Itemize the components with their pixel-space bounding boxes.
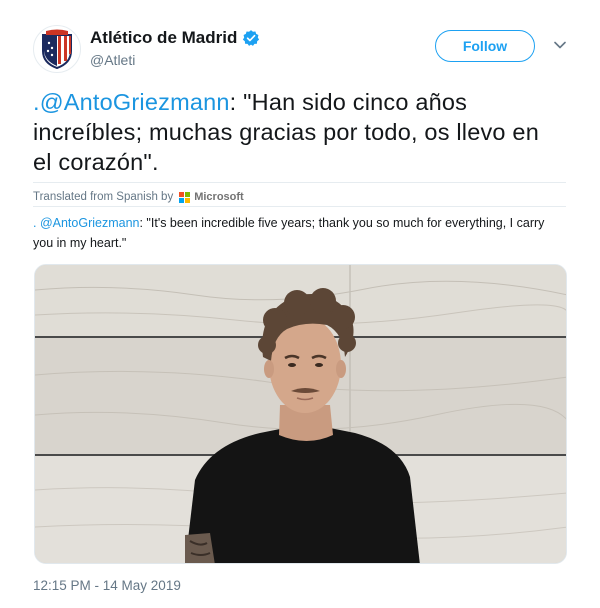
author-name[interactable]: Atlético de Madrid <box>90 28 260 48</box>
divider <box>33 206 566 207</box>
translation-mention-link[interactable]: . @AntoGriezmann <box>33 216 139 230</box>
microsoft-logo-icon <box>179 191 191 203</box>
divider <box>33 182 566 183</box>
author-handle[interactable]: @Atleti <box>90 52 135 68</box>
translated-label: Translated from Spanish by <box>33 191 174 203</box>
follow-button[interactable]: Follow <box>435 30 535 62</box>
chevron-down-icon[interactable] <box>553 38 567 52</box>
verified-badge-icon <box>242 29 260 47</box>
author-name-text: Atlético de Madrid <box>90 28 238 47</box>
club-crest-icon[interactable] <box>33 25 81 73</box>
tweet-card: Atlético de Madrid @Atleti Follow .@Anto… <box>0 0 600 608</box>
tweet-timestamp[interactable]: 12:15 PM - 14 May 2019 <box>33 578 181 593</box>
player-portrait-image <box>35 265 566 563</box>
tweet-video[interactable] <box>34 264 567 564</box>
translation-attribution: Translated from Spanish by Microsoft <box>33 191 244 203</box>
translation-provider[interactable]: Microsoft <box>194 191 244 203</box>
tweet-text: .@AntoGriezmann: "Han sido cinco años in… <box>33 87 563 177</box>
mention-link[interactable]: .@AntoGriezmann <box>33 89 230 115</box>
translation-text: . @AntoGriezmann: "It's been incredible … <box>33 213 563 253</box>
